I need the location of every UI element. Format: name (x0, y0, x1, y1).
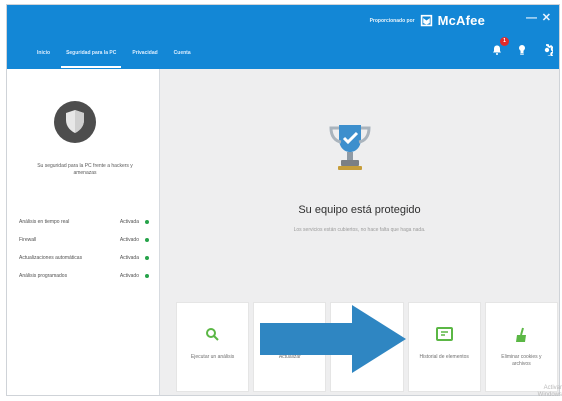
card-label: Ejecutar un análisis (190, 354, 235, 360)
status-row-firewall[interactable]: Firewall Activado (19, 237, 149, 255)
history-card[interactable]: Historial de elementos (407, 302, 481, 392)
protected-trophy-icon (329, 125, 371, 170)
card-icon-wrap (177, 327, 248, 342)
brand-name: McAfee (437, 13, 485, 28)
minimize-button[interactable]: — (526, 11, 537, 25)
windows-activation-watermark: Activar Windows (537, 385, 562, 398)
status-item-label: Análisis en tiempo real (19, 219, 70, 225)
card-label: Actualizar (278, 354, 301, 360)
cleanup-card[interactable]: Eliminar cookies y archivos (484, 302, 559, 392)
status-item-value: Activada (120, 255, 149, 261)
sidebar-message: Su seguridad para la PC frente a hackers… (37, 163, 133, 176)
protection-status-subtitle: Los servicios están cubiertos, no hace f… (293, 227, 426, 233)
protection-status-title: Su equipo está protegido (298, 204, 421, 216)
security-status-badge (54, 101, 96, 143)
status-item-value: Activada (120, 219, 149, 225)
broom-icon (516, 327, 527, 342)
status-row-scheduled-scans[interactable]: Análisis programados Activado (19, 273, 149, 291)
active-status-icon (145, 220, 149, 224)
update-card[interactable]: Actualizar (253, 302, 327, 392)
tab-privacidad[interactable]: Privacidad (124, 47, 165, 59)
bell-icon (493, 45, 501, 55)
notifications-button[interactable]: 1 (490, 37, 509, 57)
main-panel: Su equipo está protegido Los servicios e… (160, 69, 559, 395)
status-row-real-time-scan[interactable]: Análisis en tiempo real Activada (19, 219, 149, 237)
shield-icon (66, 110, 84, 133)
status-item-label: Análisis programados (19, 273, 68, 279)
active-status-icon (145, 238, 149, 242)
status-row-automatic-updates[interactable]: Actualizaciones automáticas Activada (19, 255, 149, 273)
top-navigation: Inicio Seguridad para la PC Privacidad C… (29, 47, 199, 68)
active-status-icon (145, 256, 149, 260)
card-icon-wrap (254, 327, 325, 342)
card-label: Eliminar cookies y archivos (501, 354, 542, 367)
status-item-value: Activado (120, 273, 149, 279)
search-icon (206, 328, 219, 341)
run-scan-card[interactable]: Ejecutar un análisis (176, 302, 250, 392)
status-item-label: Firewall (19, 237, 37, 243)
close-button[interactable]: ✕ (542, 11, 551, 25)
card-icon-wrap (409, 327, 480, 341)
card-icon-wrap (486, 327, 557, 343)
history-icon (435, 327, 453, 341)
mcafee-logo-icon (420, 14, 432, 27)
title-bar: Proporcionado por McAfee — ✕ Inicio Segu… (7, 5, 559, 69)
tab-cuenta[interactable]: Cuenta (166, 47, 199, 59)
brand-prefix: Proporcionado por (369, 17, 415, 24)
notification-count-badge: 1 (500, 37, 509, 46)
tab-inicio[interactable]: Inicio (29, 47, 58, 59)
app-window: Proporcionado por McAfee — ✕ Inicio Segu… (6, 4, 560, 396)
protection-status-list: Análisis en tiempo real Activada Firewal… (19, 219, 149, 291)
gear-icon (544, 44, 553, 56)
help-button[interactable] (515, 43, 529, 57)
brand-mark: Proporcionado por McAfee (370, 13, 485, 28)
active-status-icon (145, 274, 149, 278)
security-sidebar: Su seguridad para la PC frente a hackers… (7, 69, 160, 395)
tab-seguridad-pc[interactable]: Seguridad para la PC (58, 47, 124, 68)
settings-button[interactable] (540, 43, 554, 57)
update-icon (284, 328, 295, 335)
status-item-label: Actualizaciones automáticas (19, 255, 83, 261)
blank-card[interactable] (330, 302, 404, 392)
quick-actions: Ejecutar un análisis Actualizar Historia… (176, 302, 559, 392)
header-actions: 1 (490, 37, 554, 57)
card-label: Historial de elementos (419, 354, 469, 360)
lightbulb-icon (519, 45, 525, 55)
status-item-value: Activado (120, 237, 149, 243)
